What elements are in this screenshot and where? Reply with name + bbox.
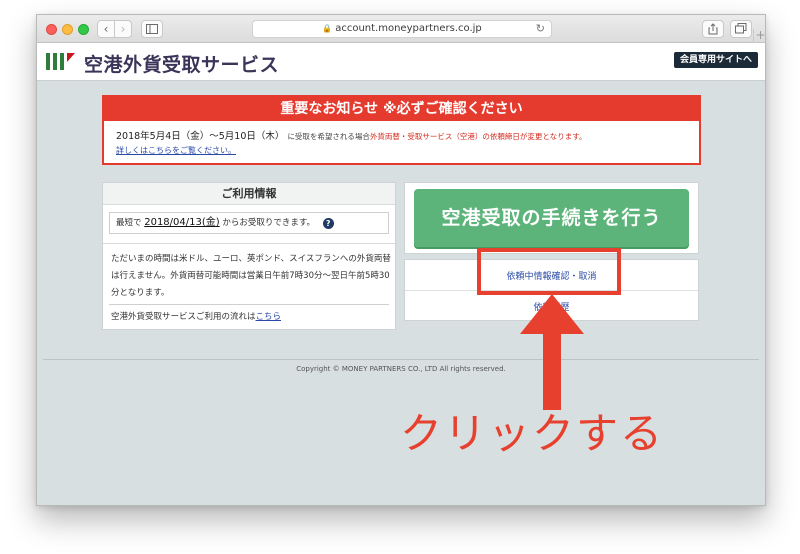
- annotation-highlight-box: [477, 248, 621, 295]
- notice-dates: 2018年5月4日（金）〜5月10日（木）: [116, 131, 285, 142]
- tabs-icon[interactable]: [730, 20, 752, 38]
- earliest-suffix: からお受取りできます。: [222, 218, 316, 228]
- important-notice: 重要なお知らせ ※必ずご確認ください 2018年5月4日（金）〜5月10日（木）…: [102, 95, 701, 165]
- reload-icon[interactable]: ↻: [536, 21, 545, 37]
- lock-icon: 🔒: [322, 24, 333, 33]
- zoom-window-icon[interactable]: [78, 24, 89, 35]
- usage-info-panel: ご利用情報 最短で 2018/04/13(金) からお受取りできます。 ? ただ…: [102, 182, 396, 330]
- earliest-prefix: 最短で: [116, 218, 142, 228]
- close-window-icon[interactable]: [46, 24, 57, 35]
- member-site-button[interactable]: 会員専用サイトへ: [674, 52, 758, 68]
- airport-pickup-procedure-button[interactable]: 空港受取の手続きを行う: [414, 189, 689, 247]
- action-panel: 空港受取の手続きを行う: [404, 182, 699, 254]
- annotation-callout-text: クリックする: [400, 409, 665, 458]
- sidebar-icon[interactable]: [141, 20, 163, 38]
- notice-text: 2018年5月4日（金）〜5月10日（木） に受取を希望される場合外貨両替・受取…: [116, 128, 586, 142]
- notice-middle: に受取を希望される場合: [287, 132, 370, 141]
- site-header: 空港外貨受取サービス 会員専用サイトへ: [37, 43, 765, 81]
- divider: [103, 243, 395, 244]
- title-bar: ‹ › 🔒 account.moneypartners.co.jp ↻ +: [37, 15, 765, 43]
- footer-divider: [43, 359, 759, 360]
- notice-details-link[interactable]: 詳しくはこちらをご覧ください。: [116, 145, 236, 156]
- address-bar[interactable]: 🔒 account.moneypartners.co.jp ↻: [252, 20, 552, 38]
- earliest-date-box: 最短で 2018/04/13(金) からお受取りできます。 ?: [109, 212, 389, 234]
- flow-text: 空港外貨受取サービスご利用の流れは: [111, 312, 256, 322]
- forward-icon[interactable]: ›: [114, 20, 132, 38]
- new-tab-icon[interactable]: +: [753, 29, 765, 43]
- divider: [109, 304, 389, 305]
- share-icon[interactable]: [702, 20, 724, 38]
- service-flow-link[interactable]: こちら: [256, 312, 282, 322]
- back-icon[interactable]: ‹: [97, 20, 115, 38]
- minimize-window-icon[interactable]: [62, 24, 73, 35]
- service-flow-text: 空港外貨受取サービスご利用の流れはこちら: [111, 310, 281, 322]
- notice-emphasis: 外貨両替・受取サービス（空港）の依頼締日が変更となります。: [369, 132, 587, 141]
- copyright-text: Copyright © MONEY PARTNERS CO., LTD All …: [296, 365, 506, 373]
- annotation-arrow-icon: [520, 294, 584, 410]
- logo[interactable]: [46, 53, 76, 71]
- url-text: account.moneypartners.co.jp: [335, 23, 482, 34]
- exchange-hours-text: ただいまの時間は米ドル、ユーロ、英ポンド、スイスフランへの外貨両替は行えません。…: [111, 254, 391, 298]
- site-title[interactable]: 空港外貨受取サービス: [84, 50, 279, 77]
- earliest-date: 2018/04/13(金): [144, 217, 220, 228]
- usage-info-title: ご利用情報: [103, 183, 395, 205]
- help-icon[interactable]: ?: [322, 218, 334, 229]
- notice-heading: 重要なお知らせ ※必ずご確認ください: [104, 97, 699, 121]
